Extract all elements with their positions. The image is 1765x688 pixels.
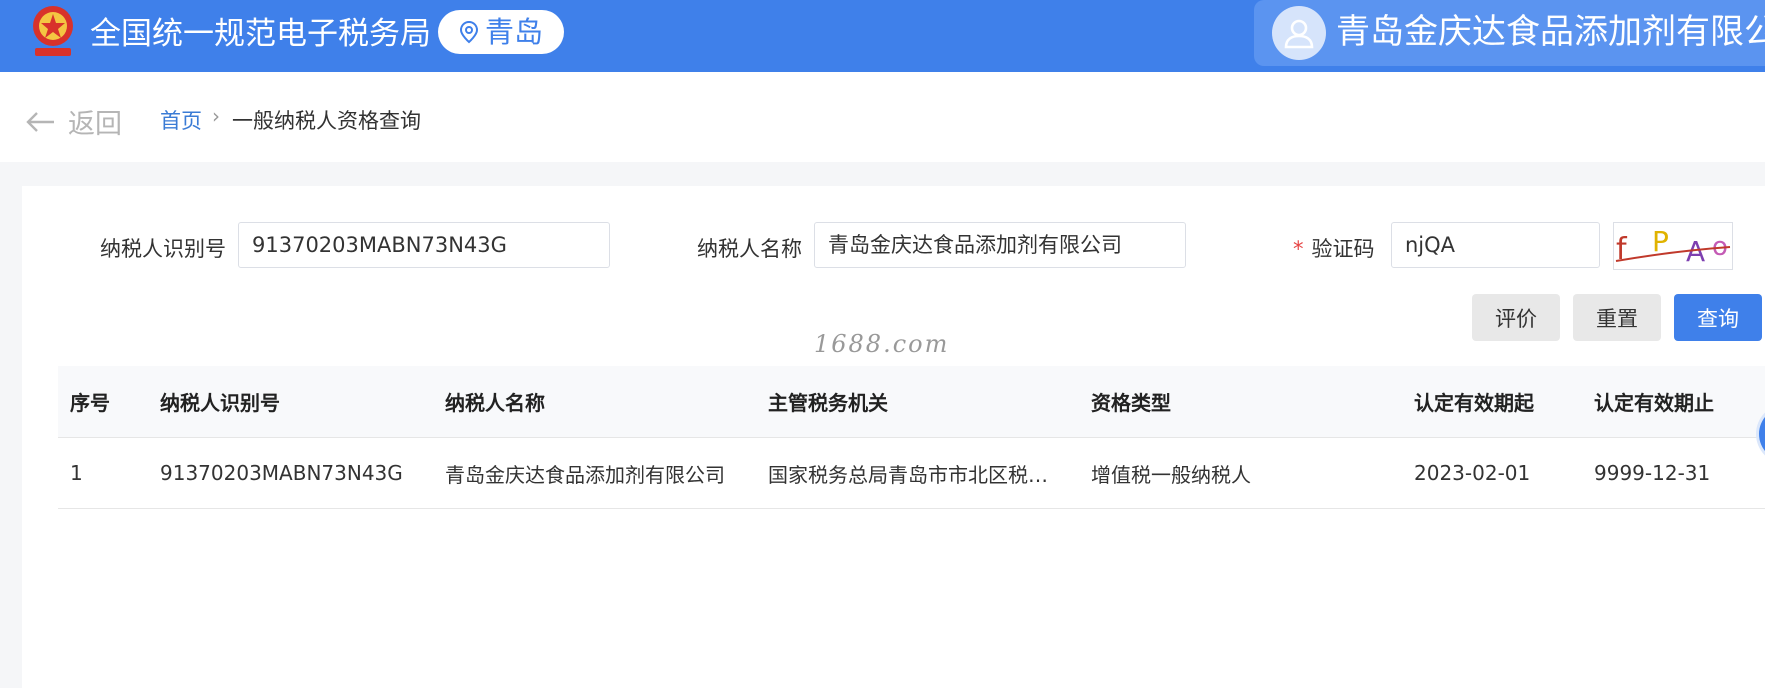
location-pin-icon — [459, 20, 478, 44]
captcha-input[interactable]: njQA — [1391, 222, 1600, 268]
table-row[interactable]: 1 91370203MABN73N43G 青岛金庆达食品添加剂有限公司 国家税务… — [58, 438, 1765, 509]
taxpayer-name-label: 纳税人名称 — [697, 237, 802, 261]
table-cell: 1 — [70, 461, 83, 485]
arrow-left-icon — [26, 111, 54, 132]
table-header: 序号 纳税人识别号 纳税人名称 主管税务机关 资格类型 认定有效期起 认定有效期… — [58, 366, 1765, 438]
back-label: 返回 — [68, 109, 122, 140]
tax-emblem-icon — [33, 6, 73, 56]
reset-button[interactable]: 重置 — [1573, 294, 1661, 341]
breadcrumb-home-link[interactable]: 首页 — [160, 105, 202, 135]
required-mark: * — [1293, 237, 1304, 261]
column-header: 认定有效期止 — [1594, 391, 1714, 415]
table-cell: 2023-02-01 — [1414, 461, 1531, 485]
watermark: 1688.com — [814, 330, 950, 358]
captcha-glyphs: f P A o — [1615, 225, 1731, 268]
top-header: 全国统一规范电子税务局 青岛 青岛金庆达食品添加剂有限公司 — [0, 0, 1765, 72]
table-cell: 国家税务总局青岛市市北区税… — [768, 462, 1048, 487]
taxpayer-id-label: 纳税人识别号 — [100, 237, 226, 261]
user-company-name: 青岛金庆达食品添加剂有限公司 — [1336, 12, 1765, 52]
evaluate-button[interactable]: 评价 — [1472, 294, 1560, 341]
column-header: 纳税人识别号 — [160, 391, 280, 415]
taxpayer-id-input[interactable]: 91370203MABN73N43G — [238, 222, 610, 268]
user-icon — [1284, 19, 1314, 49]
avatar[interactable] — [1272, 6, 1326, 60]
table-cell: 增值税一般纳税人 — [1091, 462, 1251, 487]
captcha-image[interactable]: f P A o — [1613, 222, 1733, 270]
column-header: 序号 — [70, 391, 110, 415]
query-button[interactable]: 查询 — [1674, 294, 1762, 341]
breadcrumb-separator: › — [212, 104, 220, 128]
site-title: 全国统一规范电子税务局 — [90, 16, 431, 52]
captcha-label-text: 验证码 — [1311, 237, 1375, 261]
breadcrumb-current: 一般纳税人资格查询 — [232, 109, 421, 133]
taxpayer-name-input[interactable]: 青岛金庆达食品添加剂有限公司 — [814, 222, 1186, 268]
table-cell: 91370203MABN73N43G — [160, 461, 403, 485]
column-header: 纳税人名称 — [445, 391, 545, 415]
column-header: 主管税务机关 — [768, 391, 888, 415]
column-header: 资格类型 — [1091, 391, 1171, 415]
city-name: 青岛 — [484, 15, 543, 49]
city-selector[interactable]: 青岛 — [438, 10, 564, 54]
back-button[interactable]: 返回 — [24, 102, 122, 141]
captcha-char-1: f — [1616, 232, 1628, 267]
column-header: 认定有效期起 — [1414, 391, 1534, 415]
captcha-label: * 验证码 — [1293, 233, 1375, 263]
breadcrumb: 返回 首页 › 一般纳税人资格查询 — [0, 72, 1765, 162]
table-cell: 青岛金庆达食品添加剂有限公司 — [445, 462, 725, 487]
table-cell: 9999-12-31 — [1594, 461, 1711, 485]
user-panel[interactable]: 青岛金庆达食品添加剂有限公司 — [1254, 0, 1765, 66]
